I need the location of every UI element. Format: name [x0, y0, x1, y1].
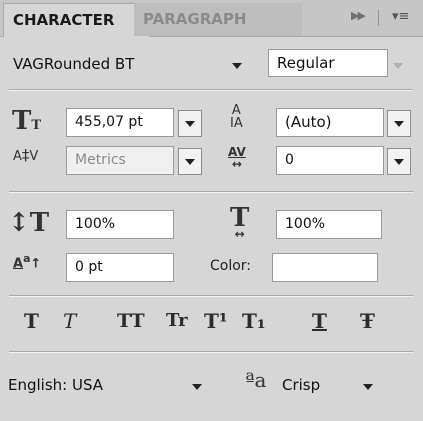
underline-button[interactable]: T	[312, 307, 327, 335]
character-panel: CHARACTER PARAGRAPH ▶▶ ▾≡ VAGRounded BT …	[0, 0, 423, 421]
horizontal-scale-icon: T ↔	[230, 203, 250, 241]
font-style-chevron-down-icon[interactable]	[393, 63, 403, 69]
font-size-dropdown-button[interactable]	[178, 110, 202, 137]
panel-menu-icon[interactable]: ▾≡	[392, 9, 409, 24]
superscript-button[interactable]: T¹	[204, 307, 228, 335]
vertical-scale-input[interactable]: 100%	[66, 210, 174, 239]
faux-bold-button[interactable]: T	[24, 307, 39, 335]
divider-highlight	[9, 296, 413, 297]
font-size-input[interactable]: 455,07 pt	[66, 108, 174, 137]
antialias-icon: ªa	[245, 368, 267, 392]
language-chevron-down-icon[interactable]	[192, 384, 202, 390]
color-label: Color:	[210, 258, 252, 274]
color-swatch[interactable]	[272, 253, 378, 282]
collapse-arrows-icon[interactable]: ▶▶	[351, 9, 366, 22]
leading-dropdown-button[interactable]	[387, 110, 411, 137]
kerning-dropdown-button[interactable]	[178, 148, 202, 175]
panel-tab-bar: CHARACTER PARAGRAPH ▶▶ ▾≡	[0, 0, 423, 37]
tracking-icon: AV ↔	[228, 145, 246, 171]
font-family-select[interactable]: VAGRounded BT	[13, 55, 134, 73]
antialias-select[interactable]: Crisp	[282, 376, 320, 394]
tracking-dropdown-button[interactable]	[387, 148, 411, 175]
divider-highlight	[9, 192, 413, 193]
divider-highlight	[9, 352, 413, 353]
divider-highlight	[9, 90, 413, 91]
language-select[interactable]: English: USA	[8, 376, 103, 394]
faux-italic-button[interactable]: T	[63, 307, 76, 335]
font-size-icon: TT	[12, 106, 42, 136]
font-family-chevron-down-icon[interactable]	[232, 63, 242, 69]
strikethrough-button[interactable]: Ŧ	[360, 307, 375, 335]
small-caps-button[interactable]: Tr	[166, 307, 188, 335]
tracking-input[interactable]: 0	[276, 146, 384, 175]
kerning-icon: A‡V	[13, 146, 39, 164]
kerning-select[interactable]: Metrics	[66, 146, 174, 175]
leading-input[interactable]: (Auto)	[276, 108, 384, 137]
tab-character[interactable]: CHARACTER	[3, 3, 150, 37]
horizontal-scale-input[interactable]: 100%	[276, 210, 382, 239]
font-style-select[interactable]: Regular	[268, 49, 388, 77]
baseline-shift-icon: Aa↑	[13, 252, 42, 272]
tab-paragraph[interactable]: PARAGRAPH	[134, 3, 302, 36]
subscript-button[interactable]: T₁	[242, 307, 266, 335]
antialias-chevron-down-icon[interactable]	[363, 384, 373, 390]
all-caps-button[interactable]: TT	[117, 307, 145, 335]
tab-bar-separator	[378, 10, 379, 26]
baseline-shift-input[interactable]: 0 pt	[66, 253, 174, 282]
vertical-scale-icon: ↕T	[8, 208, 50, 238]
leading-icon: A IA	[230, 103, 243, 131]
